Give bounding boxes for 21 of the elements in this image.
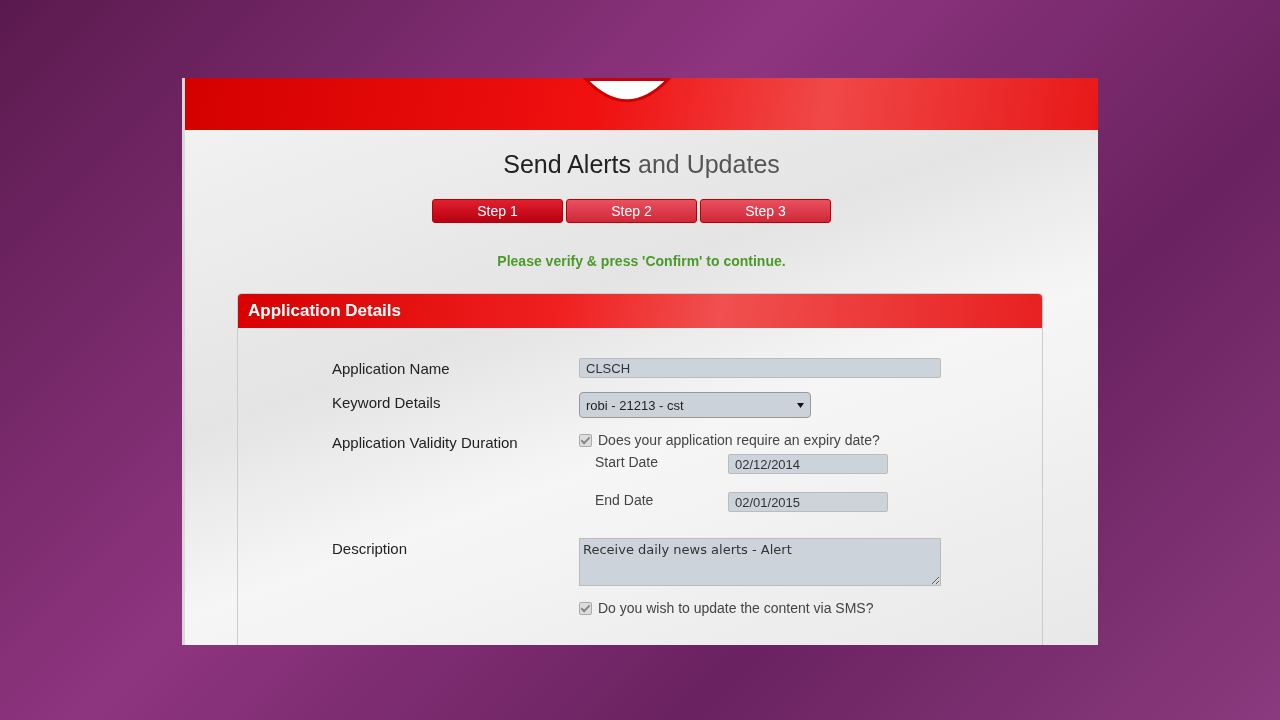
field-label: Application Name	[332, 359, 451, 377]
date-label: End Date	[594, 492, 655, 508]
description-field[interactable]: Receive daily news alerts - Alert	[579, 538, 941, 586]
panel-header: Application Details	[238, 294, 1042, 328]
logo-icon	[581, 78, 672, 103]
expiry-checkbox[interactable]: Does your application require an expiry date?	[579, 432, 888, 448]
field-label: Description	[332, 539, 409, 557]
sms-checkbox[interactable]: Do you wish to update the content via SMS?	[579, 600, 874, 616]
date-field[interactable]: 02/01/2015	[728, 492, 888, 512]
page-title: Send Alerts and Updates	[502, 150, 781, 179]
field-label: Application Validity Duration	[332, 433, 519, 451]
step-tab[interactable]: Step 1	[432, 199, 563, 223]
text-field[interactable]: CLSCH	[579, 358, 941, 378]
caret-icon	[797, 402, 804, 408]
instruction-message: Please verify & press 'Confirm' to continue.	[496, 253, 787, 269]
step-tab[interactable]: Step 2	[566, 199, 697, 223]
dropdown[interactable]: robi - 21213 - cst	[579, 392, 811, 418]
date-field[interactable]: 02/12/2014	[728, 454, 888, 474]
field-label: Keyword Details	[332, 393, 442, 411]
date-label: Start Date	[594, 454, 660, 470]
step-tab[interactable]: Step 3	[700, 199, 831, 223]
